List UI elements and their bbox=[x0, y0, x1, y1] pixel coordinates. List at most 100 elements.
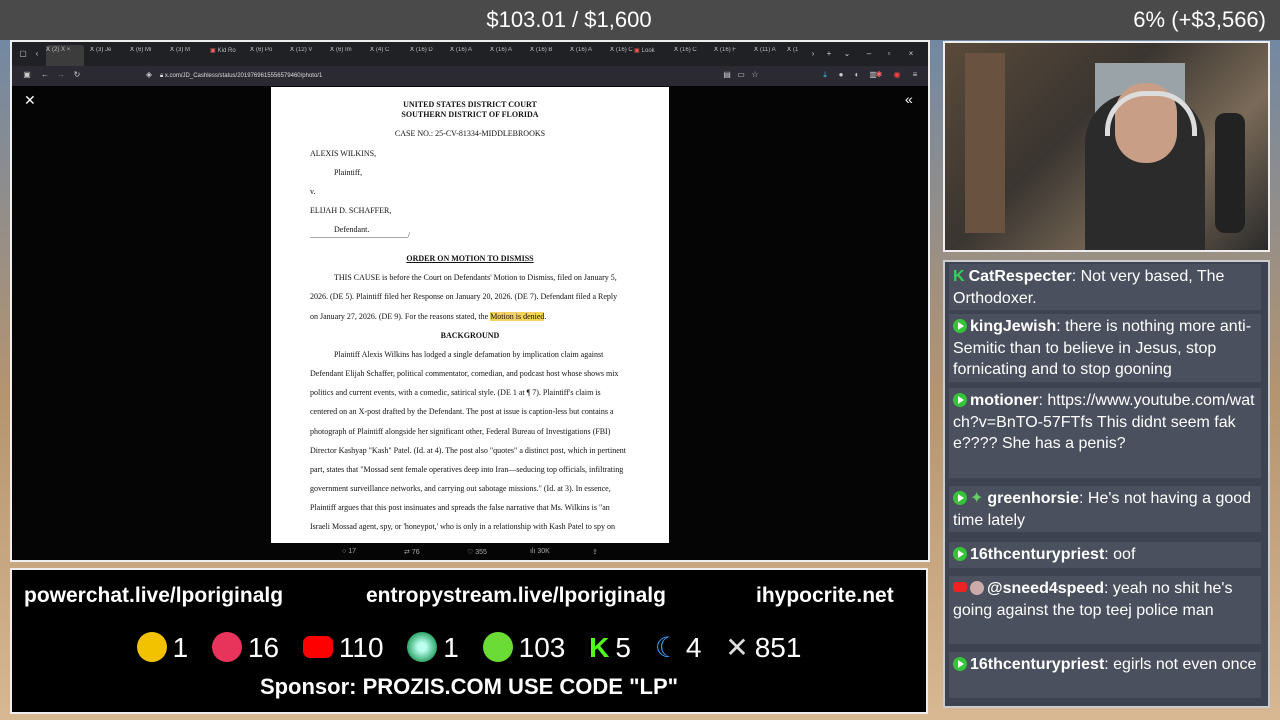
stat-rumble: 103 bbox=[482, 631, 565, 664]
paragraph-line: Defendant Elijah Schaffer, political com… bbox=[310, 369, 619, 378]
chat-text: oof bbox=[1113, 546, 1136, 563]
tab[interactable]: X (12) V bbox=[290, 47, 326, 61]
frog-badge-icon: ✦ bbox=[970, 490, 984, 507]
live-chat: K CatRespecter: Not very based, The Ortho… bbox=[943, 260, 1270, 708]
tab[interactable]: X (16) A bbox=[490, 47, 526, 61]
browser-window: ▢ ‹ X (2) X × X (3) Je X (6) Mi X (3) M ▣ Kid… bbox=[10, 40, 930, 562]
paragraph-line: part, states that "Mossad sent female op… bbox=[310, 465, 624, 474]
back-icon[interactable]: ← bbox=[40, 70, 50, 80]
tab[interactable]: X (16) F bbox=[714, 47, 750, 61]
tab-list-icon[interactable]: ⌄ bbox=[842, 49, 852, 59]
paragraph-line: Director Kashyap "Kash" Patel. (Id. at 4… bbox=[310, 446, 626, 455]
tab[interactable]: X (16) C bbox=[674, 47, 710, 61]
tab[interactable]: X (4) C bbox=[370, 47, 406, 61]
chat-username[interactable]: @sneed4speed bbox=[987, 580, 1104, 597]
repost-button[interactable]: ⇄ 76 bbox=[404, 548, 420, 556]
entropystream-link: entropystream.live/lporiginalg bbox=[366, 584, 666, 607]
chat-username[interactable]: CatRespecter bbox=[969, 268, 1072, 285]
reader-view-icon[interactable]: ▤ bbox=[722, 70, 732, 80]
moon-icon: ☾ bbox=[654, 632, 680, 664]
district-name-line: SOUTHERN DISTRICT OF FLORIDA bbox=[401, 110, 539, 119]
chat-message: kingJewish: there is nothing more anti-S… bbox=[949, 314, 1261, 382]
profile-icon[interactable]: ◉ bbox=[892, 70, 902, 80]
addon-icon[interactable]: ✱ bbox=[874, 70, 884, 80]
menu-icon[interactable]: ≡ bbox=[910, 70, 920, 80]
chat-message: motioner: https://www.youtube.com/watch?… bbox=[949, 388, 1261, 478]
url-bar[interactable]: 🔒︎ x.com/JD_Cashless/status/201976961555… bbox=[160, 69, 810, 83]
downloads-icon[interactable]: ⤓ bbox=[820, 70, 830, 80]
chat-message: 16thcenturypriest: oof bbox=[949, 542, 1261, 568]
tab[interactable]: X (6) Im bbox=[330, 47, 366, 61]
tab[interactable]: X (16) A bbox=[570, 47, 606, 61]
tab[interactable]: ▣ Look bbox=[634, 47, 670, 61]
paragraph-line: Israeli Mossad agent, spy, or 'honeypot,… bbox=[310, 522, 615, 531]
plaintiff-label: Plaintiff, bbox=[334, 168, 363, 177]
close-window-icon[interactable]: × bbox=[906, 49, 916, 59]
forward-icon[interactable]: → bbox=[56, 70, 66, 80]
maximize-icon[interactable]: ▫ bbox=[884, 49, 894, 59]
tab[interactable]: X (11) A bbox=[754, 47, 790, 61]
reply-button[interactable]: ○ 17 bbox=[342, 548, 356, 555]
tab[interactable]: X (16) B bbox=[530, 47, 566, 61]
repost-icon: ⇄ bbox=[404, 549, 412, 556]
tab-scroll-left-icon[interactable]: ‹ bbox=[32, 49, 42, 59]
post-action-bar: ○ 17 ⇄ 76 ♡ 355 ılı 30K ⇪ bbox=[312, 546, 632, 560]
rumble-icon bbox=[953, 319, 967, 333]
court-name-line: UNITED STATES DISTRICT COURT bbox=[403, 100, 537, 109]
chat-username[interactable]: motioner bbox=[970, 392, 1038, 409]
paragraph-line: on January 27, 2026. (DE 9). For the rea… bbox=[310, 312, 547, 321]
youtube-icon bbox=[302, 635, 333, 658]
tab[interactable]: X (16) A bbox=[450, 47, 486, 61]
tab[interactable]: ▣ Kid Ro bbox=[210, 47, 246, 61]
tab-active[interactable]: X (2) X × bbox=[46, 45, 84, 66]
views-button[interactable]: ılı 30K bbox=[530, 548, 550, 555]
tab-overview-icon[interactable]: ▢ bbox=[18, 49, 28, 59]
share-button[interactable]: ⇪ bbox=[592, 548, 598, 556]
new-tab-icon[interactable]: + bbox=[824, 49, 834, 59]
paragraph-line: Plaintiff Alexis Wilkins has lodged a si… bbox=[334, 350, 604, 359]
sponsor-text: Sponsor: PROZIS.COM USE CODE "LP" bbox=[259, 674, 679, 699]
tab[interactable]: X (3) Je bbox=[90, 47, 126, 61]
smiley-icon bbox=[136, 631, 167, 662]
rumble-icon bbox=[953, 547, 967, 561]
chat-message: @sneed4speed: yeah no shit he's going ag… bbox=[949, 576, 1261, 644]
rumble-icon bbox=[953, 657, 967, 671]
stat-kick: K5 bbox=[589, 631, 631, 663]
stat-youtube: 110 bbox=[302, 632, 384, 664]
background-heading: BACKGROUND bbox=[440, 331, 500, 340]
account-icon[interactable]: ● bbox=[836, 70, 846, 80]
tab-scroll-right-icon[interactable]: › bbox=[808, 49, 818, 59]
paragraph-line: politics and current events, with a come… bbox=[310, 388, 601, 397]
stat-x: ✕ 851 bbox=[725, 632, 802, 664]
goal-progress: 6% (+$3,566) bbox=[1133, 7, 1266, 32]
chat-text: egirls not even once bbox=[1113, 656, 1257, 673]
avatar bbox=[970, 581, 984, 595]
expand-panel-icon[interactable]: « bbox=[905, 91, 913, 107]
chat-username[interactable]: kingJewish bbox=[970, 318, 1056, 335]
reload-icon[interactable]: ↻ bbox=[72, 70, 82, 80]
picture-in-picture-icon[interactable]: ▭ bbox=[736, 70, 746, 80]
shield-icon[interactable]: ◈ bbox=[144, 70, 154, 80]
tab[interactable]: X (6) Po bbox=[250, 47, 286, 61]
url-text: x.com/JD_Cashless/status/201976961555657… bbox=[164, 73, 323, 79]
share-icon: ⇪ bbox=[592, 549, 598, 556]
bookmark-star-icon[interactable]: ☆ bbox=[750, 70, 760, 80]
chat-username[interactable]: 16thcenturypriest bbox=[970, 546, 1104, 563]
extension-icon[interactable]: ◐ bbox=[852, 70, 862, 80]
tab[interactable]: X (6) Mi bbox=[130, 47, 166, 61]
tab-strip: ▢ ‹ X (2) X × X (3) Je X (6) Mi X (3) M ▣ Kid… bbox=[12, 42, 928, 66]
tab[interactable]: X (3) M bbox=[170, 47, 206, 61]
minimize-icon[interactable]: – bbox=[864, 49, 874, 59]
tab[interactable]: X (16) D bbox=[410, 47, 446, 61]
chat-username[interactable]: 16thcenturypriest bbox=[970, 656, 1104, 673]
tab[interactable]: X (1 bbox=[787, 47, 805, 61]
sidebar-icon[interactable]: ▣ bbox=[22, 70, 32, 80]
chat-message: ✦ greenhorsie: He's not having a good tim… bbox=[949, 486, 1261, 532]
stat-orb: 1 bbox=[407, 631, 459, 664]
highlighted-text: Motion is denied bbox=[490, 312, 545, 321]
like-button[interactable]: ♡ 355 bbox=[467, 548, 487, 556]
chat-username[interactable]: greenhorsie bbox=[987, 490, 1079, 507]
close-icon[interactable]: ✕ bbox=[24, 92, 36, 109]
stat-smiley: 1 bbox=[136, 631, 188, 664]
paragraph-line: Plaintiff argues that this post insinuat… bbox=[310, 503, 610, 512]
